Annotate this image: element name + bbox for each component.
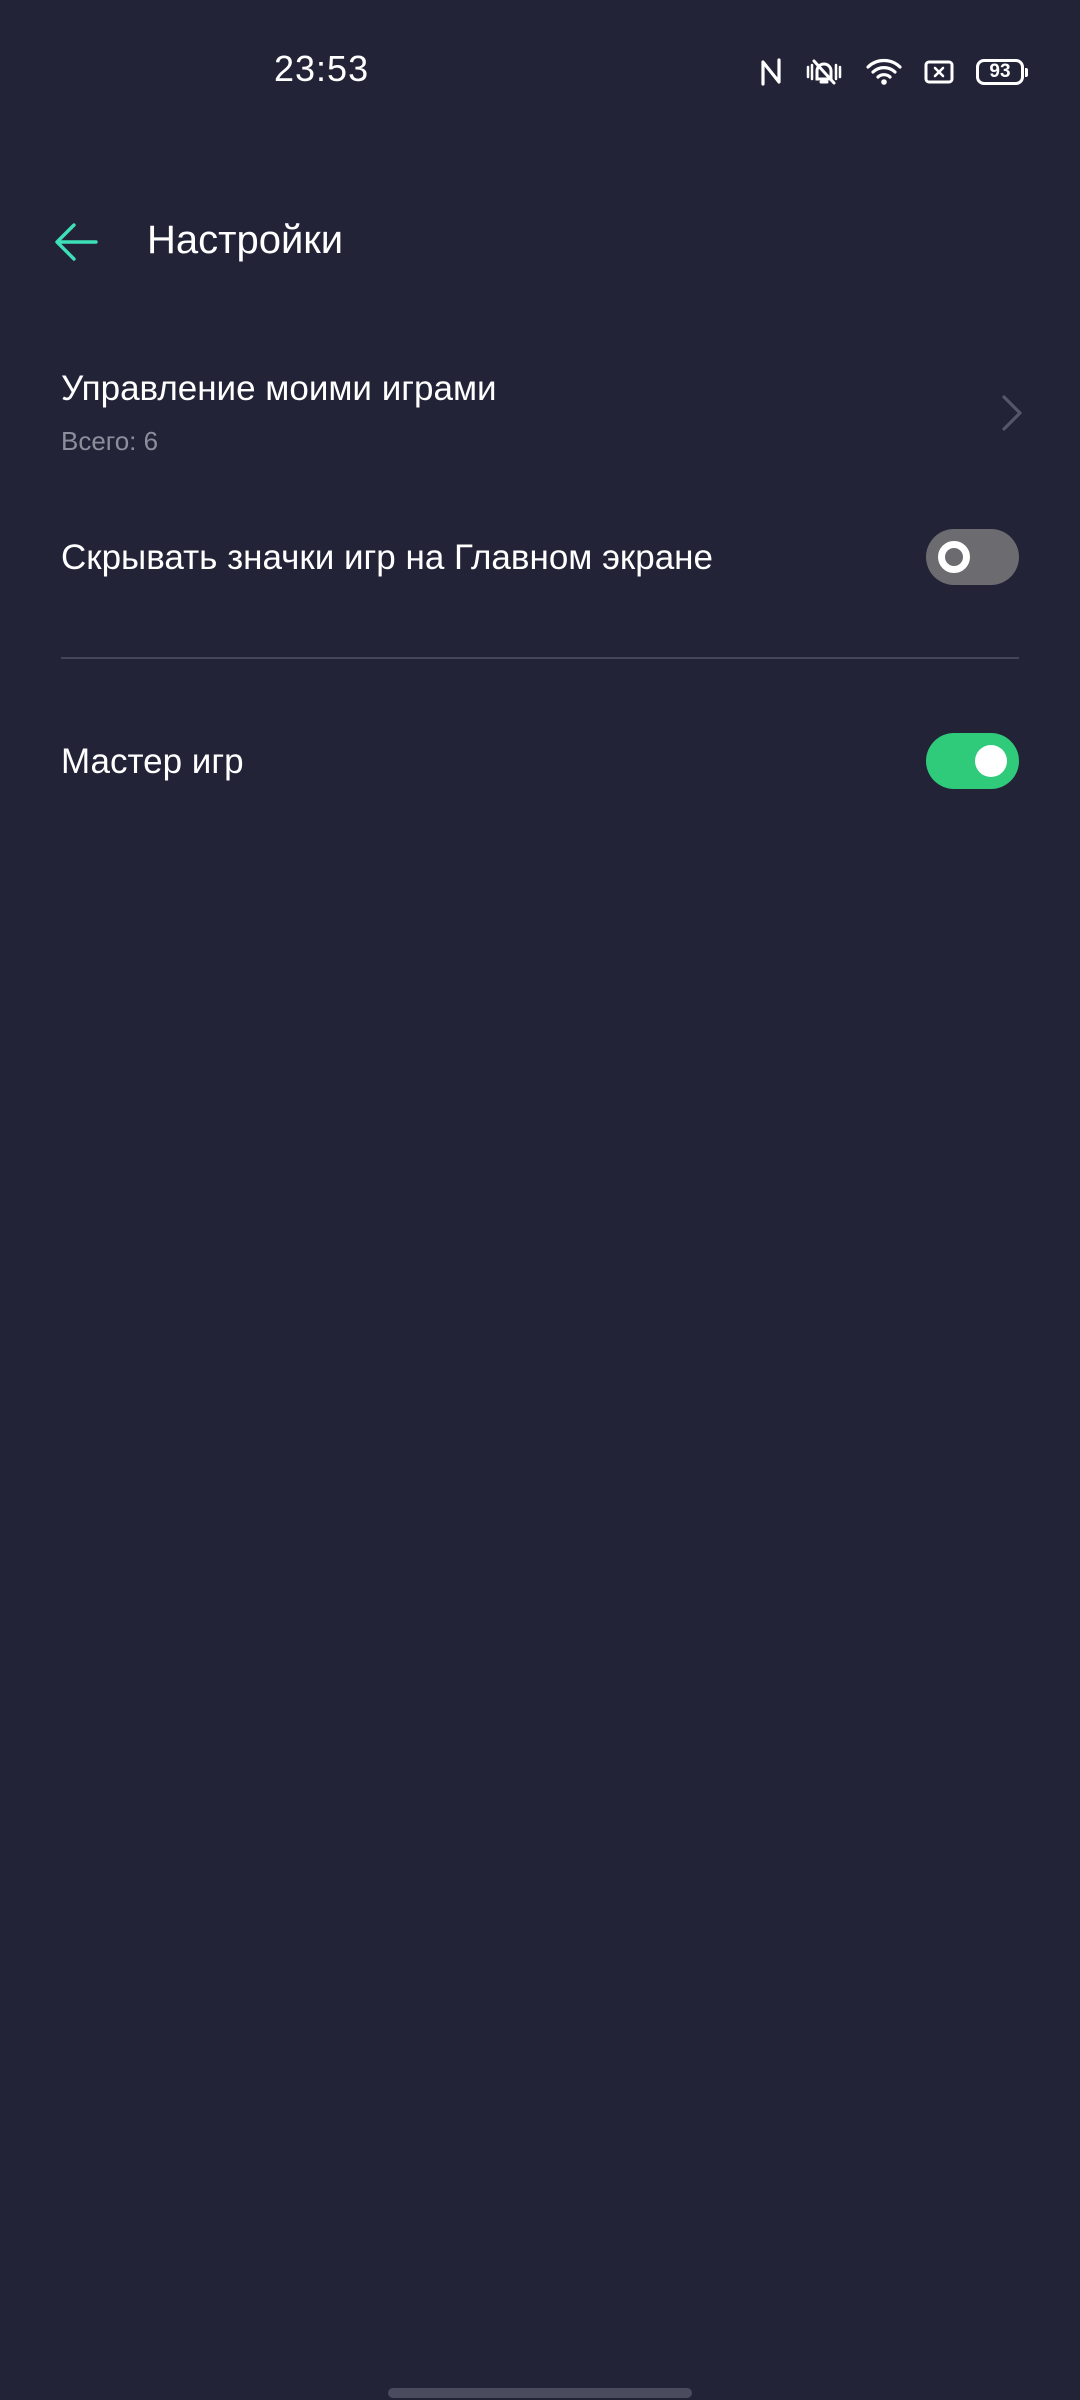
hide-game-icons-toggle[interactable] bbox=[926, 529, 1019, 585]
vibrate-mute-icon bbox=[804, 57, 844, 87]
wifi-icon bbox=[866, 57, 902, 87]
manage-games-row[interactable]: Управление моими играми Всего: 6 bbox=[0, 345, 1080, 475]
chevron-right-icon bbox=[1002, 395, 1022, 431]
divider bbox=[61, 657, 1019, 659]
header: Настройки bbox=[0, 190, 1080, 295]
hide-game-icons-title: Скрывать значки игр на Главном экране bbox=[61, 538, 713, 577]
game-master-title: Мастер игр bbox=[61, 742, 244, 781]
hide-game-icons-row[interactable]: Скрывать значки игр на Главном экране bbox=[0, 505, 1080, 610]
page-title: Настройки bbox=[147, 218, 344, 262]
nfc-icon bbox=[760, 58, 782, 86]
battery-level: 93 bbox=[989, 61, 1011, 82]
manage-games-title: Управление моими играми bbox=[61, 369, 497, 408]
sim-off-icon bbox=[924, 59, 954, 85]
status-icons: 93 bbox=[760, 52, 1028, 92]
battery-icon: 93 bbox=[976, 59, 1028, 85]
arrow-left-icon bbox=[52, 220, 100, 269]
home-indicator[interactable] bbox=[388, 2388, 692, 2398]
back-button[interactable] bbox=[44, 212, 108, 276]
status-time: 23:53 bbox=[274, 48, 370, 89]
status-bar: 23:53 93 bbox=[0, 0, 1080, 140]
toggle-knob bbox=[938, 541, 970, 573]
game-master-row[interactable]: Мастер игр bbox=[0, 710, 1080, 815]
manage-games-count: Всего: 6 bbox=[61, 426, 159, 456]
game-master-toggle[interactable] bbox=[926, 733, 1019, 789]
toggle-knob bbox=[975, 745, 1007, 777]
